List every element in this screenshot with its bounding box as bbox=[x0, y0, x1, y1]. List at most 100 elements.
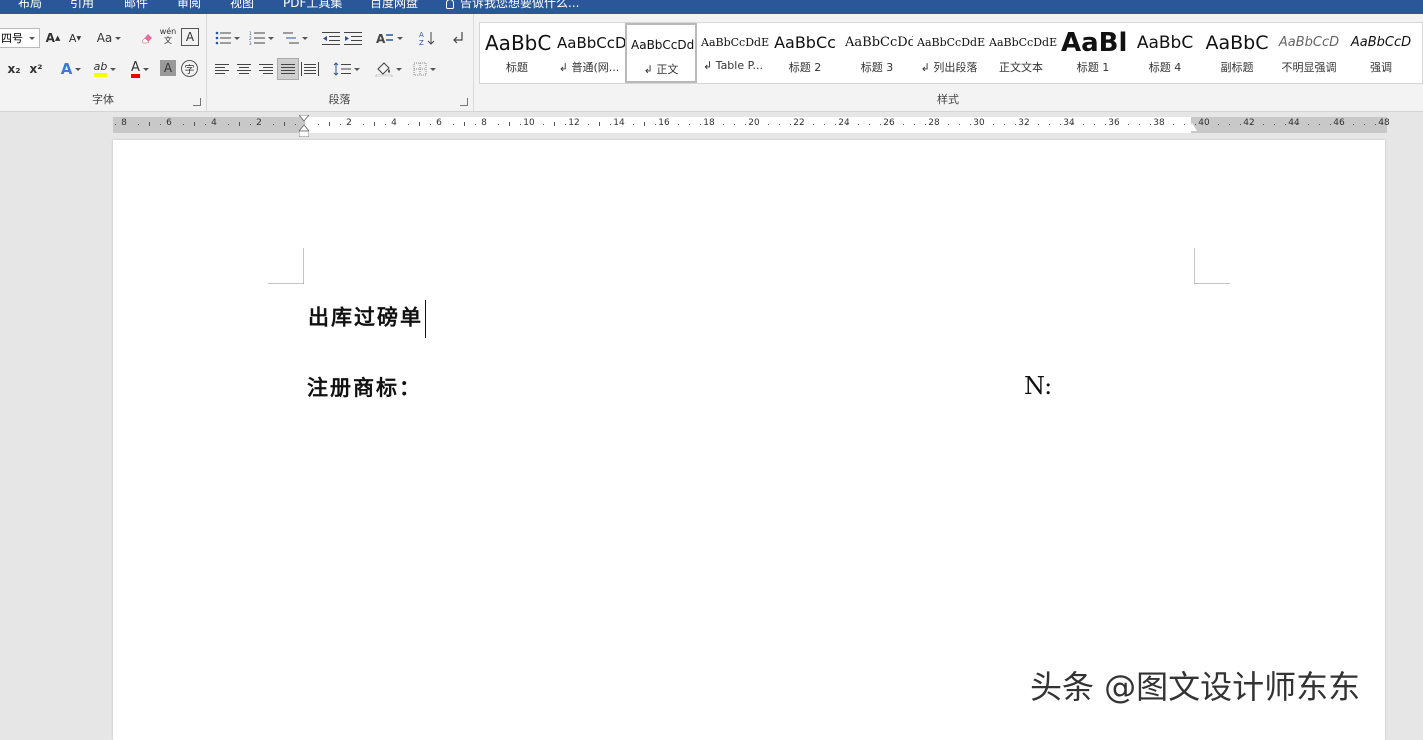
sort-button[interactable]: AZ bbox=[416, 28, 438, 48]
font-size-select[interactable]: 四号 bbox=[0, 28, 40, 48]
enter-mark-icon bbox=[453, 32, 463, 44]
style-item[interactable]: AaBbCcD 强调 bbox=[1345, 23, 1417, 83]
highlight-color-button[interactable]: ab bbox=[89, 59, 121, 79]
ruler-number: 2 bbox=[346, 118, 352, 128]
style-item-current[interactable]: AaBbCcDd ↲ 正文 bbox=[625, 23, 697, 83]
ruler-tick bbox=[1003, 124, 1005, 125]
tell-me-text: 告诉我您想要做什么... bbox=[460, 0, 580, 10]
indent-marker-icon[interactable] bbox=[299, 115, 309, 137]
ruler-tick bbox=[835, 124, 836, 125]
shrink-font-icon: A bbox=[68, 31, 77, 45]
text-effects-button[interactable]: A bbox=[56, 59, 86, 79]
style-item[interactable]: AaBbCc 标题 2 bbox=[769, 23, 841, 83]
character-shading-button[interactable]: A bbox=[160, 60, 176, 76]
tab-references[interactable]: 引用 bbox=[70, 0, 94, 10]
ruler-tick bbox=[1195, 124, 1196, 125]
svg-text:Z: Z bbox=[419, 39, 424, 46]
document-line-2[interactable]: 注册商标： bbox=[307, 372, 422, 402]
ruler-tick bbox=[1318, 124, 1320, 125]
subscript-button[interactable]: x₂ bbox=[4, 59, 24, 79]
style-preview: AaBbCcDd bbox=[631, 38, 695, 52]
ruler-number: 2 bbox=[256, 118, 262, 128]
line-spacing-button[interactable] bbox=[330, 59, 362, 79]
tell-me-box[interactable]: 告诉我您想要做什么... bbox=[446, 0, 579, 10]
borders-icon bbox=[413, 62, 426, 76]
document-line-1[interactable]: 出库过磅单 bbox=[308, 300, 426, 338]
horizontal-ruler[interactable]: 8 6 4 2 2 4 6 8 10 12 14 16 18 20 22 24 26 28 30 32 34 36 38 40… bbox=[113, 115, 1390, 137]
borders-button[interactable] bbox=[408, 59, 440, 79]
style-item[interactable]: AaBbCcDdE 正文文本 bbox=[985, 23, 1057, 83]
ruler-tick bbox=[1037, 124, 1039, 125]
ruler-tick bbox=[925, 124, 926, 125]
style-item[interactable]: AaBbCcDdE ↲ Table P... bbox=[697, 23, 769, 83]
ruler-number: 18 bbox=[703, 118, 715, 128]
document-page[interactable]: 出库过磅单 注册商标： N: bbox=[113, 140, 1385, 740]
tab-mailings[interactable]: 邮件 bbox=[124, 0, 148, 10]
align-left-button[interactable] bbox=[212, 59, 232, 79]
paragraph-dialog-launcher-icon[interactable] bbox=[460, 98, 468, 106]
ruler-tick bbox=[317, 124, 319, 125]
change-case-button[interactable]: Aa bbox=[93, 28, 125, 48]
increase-indent-button[interactable] bbox=[342, 28, 364, 48]
ruler-tick bbox=[1262, 124, 1264, 125]
ruler-number: 48 bbox=[1378, 118, 1390, 128]
shrink-font-button[interactable]: A ▼ bbox=[66, 28, 84, 48]
tab-review[interactable]: 审阅 bbox=[177, 0, 201, 10]
decrease-indent-button[interactable] bbox=[320, 28, 342, 48]
ruler-tick bbox=[565, 124, 566, 125]
style-item[interactable]: AaBl 标题 1 bbox=[1057, 23, 1129, 83]
enclose-characters-icon: 字 bbox=[184, 65, 195, 76]
distributed-button[interactable] bbox=[300, 59, 320, 79]
ruler-tick bbox=[283, 122, 285, 126]
style-item[interactable]: AaBbCcDdE ↲ 列出段落 bbox=[913, 23, 985, 83]
multilevel-list-button[interactable] bbox=[280, 28, 310, 48]
font-color-button[interactable]: A bbox=[124, 59, 156, 79]
align-right-button[interactable] bbox=[256, 59, 276, 79]
document-n-label[interactable]: N: bbox=[1024, 372, 1052, 400]
ruler-number: 28 bbox=[928, 118, 940, 128]
style-name: ↲ 正文 bbox=[643, 63, 679, 76]
enclose-characters-button[interactable]: 字 bbox=[181, 60, 198, 77]
character-border-icon: A bbox=[185, 30, 195, 44]
numbered-list-icon: 123 bbox=[249, 31, 265, 45]
numbering-button[interactable]: 123 bbox=[246, 28, 276, 48]
tab-baidu-netdisk[interactable]: 百度网盘 bbox=[370, 0, 418, 10]
style-name: 标题 2 bbox=[788, 61, 822, 74]
asian-layout-button[interactable]: A bbox=[372, 28, 406, 48]
ruler-tick bbox=[1048, 124, 1050, 125]
justify-button[interactable] bbox=[277, 58, 299, 80]
svg-text:A: A bbox=[376, 32, 386, 45]
shading-button[interactable] bbox=[372, 59, 404, 79]
grow-font-button[interactable]: A ▲ bbox=[44, 28, 62, 48]
tab-view[interactable]: 视图 bbox=[230, 0, 254, 10]
ruler-tick bbox=[1015, 124, 1016, 125]
style-item[interactable]: AaBbC 副标题 bbox=[1201, 23, 1273, 83]
ruler-tick bbox=[1375, 124, 1376, 125]
character-border-button[interactable]: A bbox=[181, 28, 199, 46]
ruler-tick bbox=[272, 124, 274, 125]
justify-icon bbox=[281, 62, 295, 76]
superscript-button[interactable]: x² bbox=[26, 59, 46, 79]
style-preview: AaBbCc bbox=[774, 33, 836, 52]
ruler-tick bbox=[947, 124, 949, 125]
style-item[interactable]: AaBbCcDd 标题 3 bbox=[841, 23, 913, 83]
bullets-button[interactable] bbox=[212, 28, 242, 48]
font-group-label: 字体 bbox=[92, 93, 114, 106]
ruler-tick bbox=[340, 124, 341, 125]
style-item[interactable]: AaBbCcD ↲ 普通(网... bbox=[553, 23, 625, 83]
align-center-button[interactable] bbox=[234, 59, 254, 79]
tab-pdf-tools[interactable]: PDF工具集 bbox=[283, 0, 342, 10]
ruler-number: 38 bbox=[1153, 118, 1165, 128]
phonetic-guide-button[interactable]: wén 文 bbox=[158, 26, 178, 46]
show-formatting-marks-button[interactable] bbox=[448, 28, 468, 48]
ruler-tick bbox=[722, 124, 724, 125]
style-item[interactable]: AaBbCcD 不明显强调 bbox=[1273, 23, 1345, 83]
font-dialog-launcher-icon[interactable] bbox=[193, 98, 201, 106]
style-item[interactable]: AaBbC 标题 bbox=[481, 23, 553, 83]
ruler-tick bbox=[790, 124, 791, 125]
style-item[interactable]: AaBbC 标题 4 bbox=[1129, 23, 1201, 83]
highlighter-icon: ab bbox=[93, 61, 108, 77]
clear-formatting-button[interactable] bbox=[137, 28, 157, 48]
change-case-icon: Aa bbox=[96, 31, 113, 45]
tab-layout[interactable]: 布局 bbox=[18, 0, 42, 10]
